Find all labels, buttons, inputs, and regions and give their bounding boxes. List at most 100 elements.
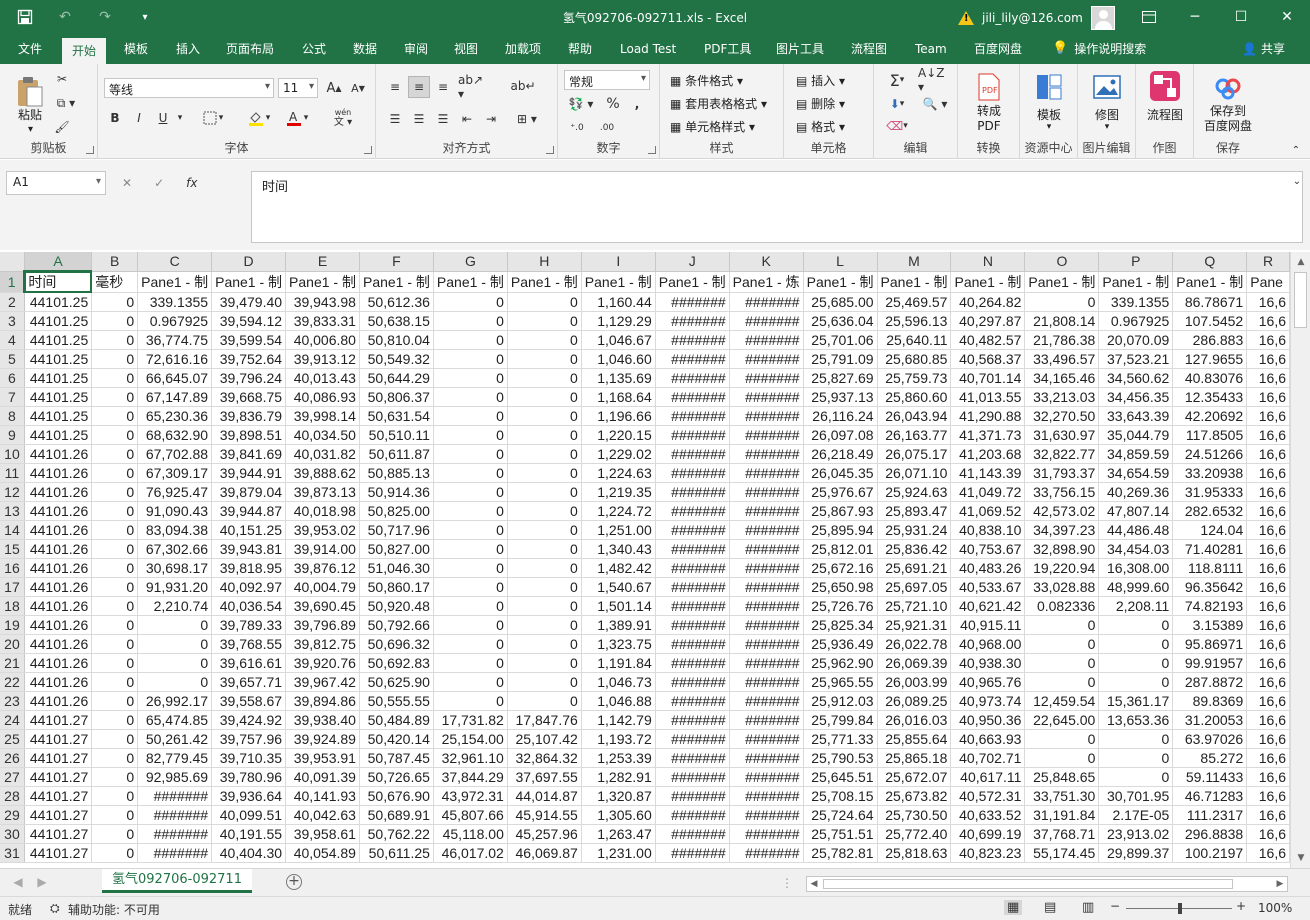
column-header[interactable]: F — [359, 252, 434, 272]
cell[interactable]: 39,812.75 — [285, 634, 360, 654]
cell[interactable]: 21,786.38 — [1024, 330, 1100, 350]
cell[interactable]: ####### — [655, 520, 730, 540]
cell[interactable]: 39,898.51 — [211, 425, 287, 445]
cell[interactable]: 25,962.90 — [803, 653, 878, 673]
cell[interactable]: 34,456.35 — [1098, 387, 1174, 407]
row-header[interactable]: 22 — [0, 672, 25, 692]
cell[interactable]: 0 — [1024, 653, 1100, 673]
cell[interactable]: 34,397.23 — [1024, 520, 1100, 540]
cell[interactable]: 65,230.36 — [137, 406, 213, 426]
cell[interactable]: 25,893.47 — [877, 501, 952, 521]
row-header[interactable]: 17 — [0, 577, 25, 597]
cell[interactable]: 0 — [91, 292, 139, 312]
column-header[interactable]: Q — [1172, 252, 1248, 272]
cell[interactable]: 50,810.04 — [359, 330, 434, 350]
accessibility-icon[interactable]: ⛭ — [50, 901, 60, 916]
cell[interactable]: 25,912.03 — [803, 691, 878, 711]
cell[interactable]: 0 — [507, 577, 582, 597]
cell[interactable]: 39,958.61 — [285, 824, 360, 844]
cell[interactable]: 16,6 — [1246, 539, 1290, 559]
row-header[interactable]: 29 — [0, 805, 25, 825]
cell[interactable]: 40,838.10 — [950, 520, 1026, 540]
cell[interactable]: 45,807.66 — [433, 805, 508, 825]
cell[interactable]: 25,921.31 — [877, 615, 952, 635]
cell[interactable]: 1,142.79 — [581, 710, 656, 730]
cell[interactable]: 44101.27 — [24, 748, 93, 768]
cell[interactable]: 287.8872 — [1172, 672, 1248, 692]
cell[interactable]: ####### — [655, 672, 730, 692]
cell[interactable]: 0 — [507, 539, 582, 559]
cell[interactable]: 0 — [1098, 729, 1174, 749]
save-to-netdisk-label[interactable]: 保存到 百度网盘 — [1194, 104, 1262, 134]
cell[interactable]: 0 — [433, 349, 508, 369]
tab-pdf-tools[interactable]: PDF工具 — [694, 34, 761, 64]
cell[interactable]: ####### — [137, 786, 213, 806]
row-header[interactable]: 28 — [0, 786, 25, 806]
row-header[interactable]: 15 — [0, 539, 25, 559]
cell[interactable]: 0.967925 — [137, 311, 213, 331]
cell[interactable]: 0 — [1024, 748, 1100, 768]
cell[interactable]: 40,968.00 — [950, 634, 1026, 654]
cell[interactable]: 50,914.36 — [359, 482, 434, 502]
format-cells-button[interactable]: ▤ 格式 ▾ — [796, 118, 845, 135]
undo-icon[interactable]: ↶ — [52, 6, 78, 28]
column-header[interactable]: H — [507, 252, 582, 272]
cell[interactable]: ####### — [729, 558, 804, 578]
cell[interactable]: 0 — [433, 406, 508, 426]
align-right-icon[interactable]: ☰ — [432, 108, 454, 130]
cell[interactable]: ####### — [729, 349, 804, 369]
tab-team[interactable]: Team — [905, 34, 957, 64]
font-launcher-icon[interactable] — [364, 146, 372, 154]
row-header[interactable]: 16 — [0, 558, 25, 578]
cell[interactable]: 39,873.13 — [285, 482, 360, 502]
cell[interactable]: 26,003.99 — [877, 672, 952, 692]
column-header[interactable]: J — [655, 252, 730, 272]
template-label[interactable]: 模板 — [1020, 106, 1078, 123]
cell[interactable]: ####### — [729, 710, 804, 730]
cell[interactable]: 39,424.92 — [211, 710, 287, 730]
cell[interactable]: 40,013.43 — [285, 368, 360, 388]
cell[interactable]: 40,018.98 — [285, 501, 360, 521]
cell[interactable]: 0 — [433, 425, 508, 445]
font-name-combo[interactable]: 等线 — [104, 78, 274, 98]
cell[interactable]: ####### — [729, 368, 804, 388]
cell[interactable]: 0 — [507, 463, 582, 483]
clear-icon[interactable]: ⌫ ▾ — [880, 116, 914, 136]
cell[interactable]: 99.91957 — [1172, 653, 1248, 673]
cell[interactable]: 40,269.36 — [1098, 482, 1174, 502]
cell[interactable]: 39,894.86 — [285, 691, 360, 711]
cell[interactable]: 0 — [507, 292, 582, 312]
zoom-slider[interactable] — [1126, 903, 1232, 914]
cell[interactable]: 45,118.00 — [433, 824, 508, 844]
cell[interactable]: 40.83076 — [1172, 368, 1248, 388]
cell[interactable]: Pane1 - 制 — [1172, 271, 1248, 293]
cell[interactable]: ####### — [655, 406, 730, 426]
cell[interactable]: Pane1 - 制 — [1024, 271, 1100, 293]
cell[interactable]: 25,965.55 — [803, 672, 878, 692]
cell[interactable]: 25,772.40 — [877, 824, 952, 844]
cell[interactable]: 16,6 — [1246, 710, 1290, 730]
cell[interactable]: 1,253.39 — [581, 748, 656, 768]
cell[interactable]: 25,751.51 — [803, 824, 878, 844]
cell[interactable]: 86.78671 — [1172, 292, 1248, 312]
cell[interactable]: 32,898.90 — [1024, 539, 1100, 559]
cell[interactable]: 31.95333 — [1172, 482, 1248, 502]
cell[interactable]: 40,915.11 — [950, 615, 1026, 635]
cell[interactable]: 39,796.24 — [211, 368, 287, 388]
cell[interactable]: 50,555.55 — [359, 691, 434, 711]
accounting-format-icon[interactable]: 💱 ▾ — [564, 94, 598, 114]
cell[interactable]: 1,323.75 — [581, 634, 656, 654]
cell[interactable]: 2.17E-05 — [1098, 805, 1174, 825]
cell[interactable]: 34,560.62 — [1098, 368, 1174, 388]
prev-sheet-icon[interactable]: ◀ — [10, 874, 26, 890]
cell[interactable]: 16,6 — [1246, 824, 1290, 844]
cell[interactable]: 0 — [507, 311, 582, 331]
row-header[interactable]: 5 — [0, 349, 25, 369]
flowchart-label[interactable]: 流程图 — [1136, 106, 1194, 123]
tab-insert[interactable]: 插入 — [166, 34, 210, 64]
cell[interactable]: 50,484.89 — [359, 710, 434, 730]
row-header[interactable]: 3 — [0, 311, 25, 331]
cell[interactable]: 0 — [91, 824, 139, 844]
cell[interactable]: 0 — [1098, 653, 1174, 673]
column-header[interactable]: P — [1098, 252, 1174, 272]
